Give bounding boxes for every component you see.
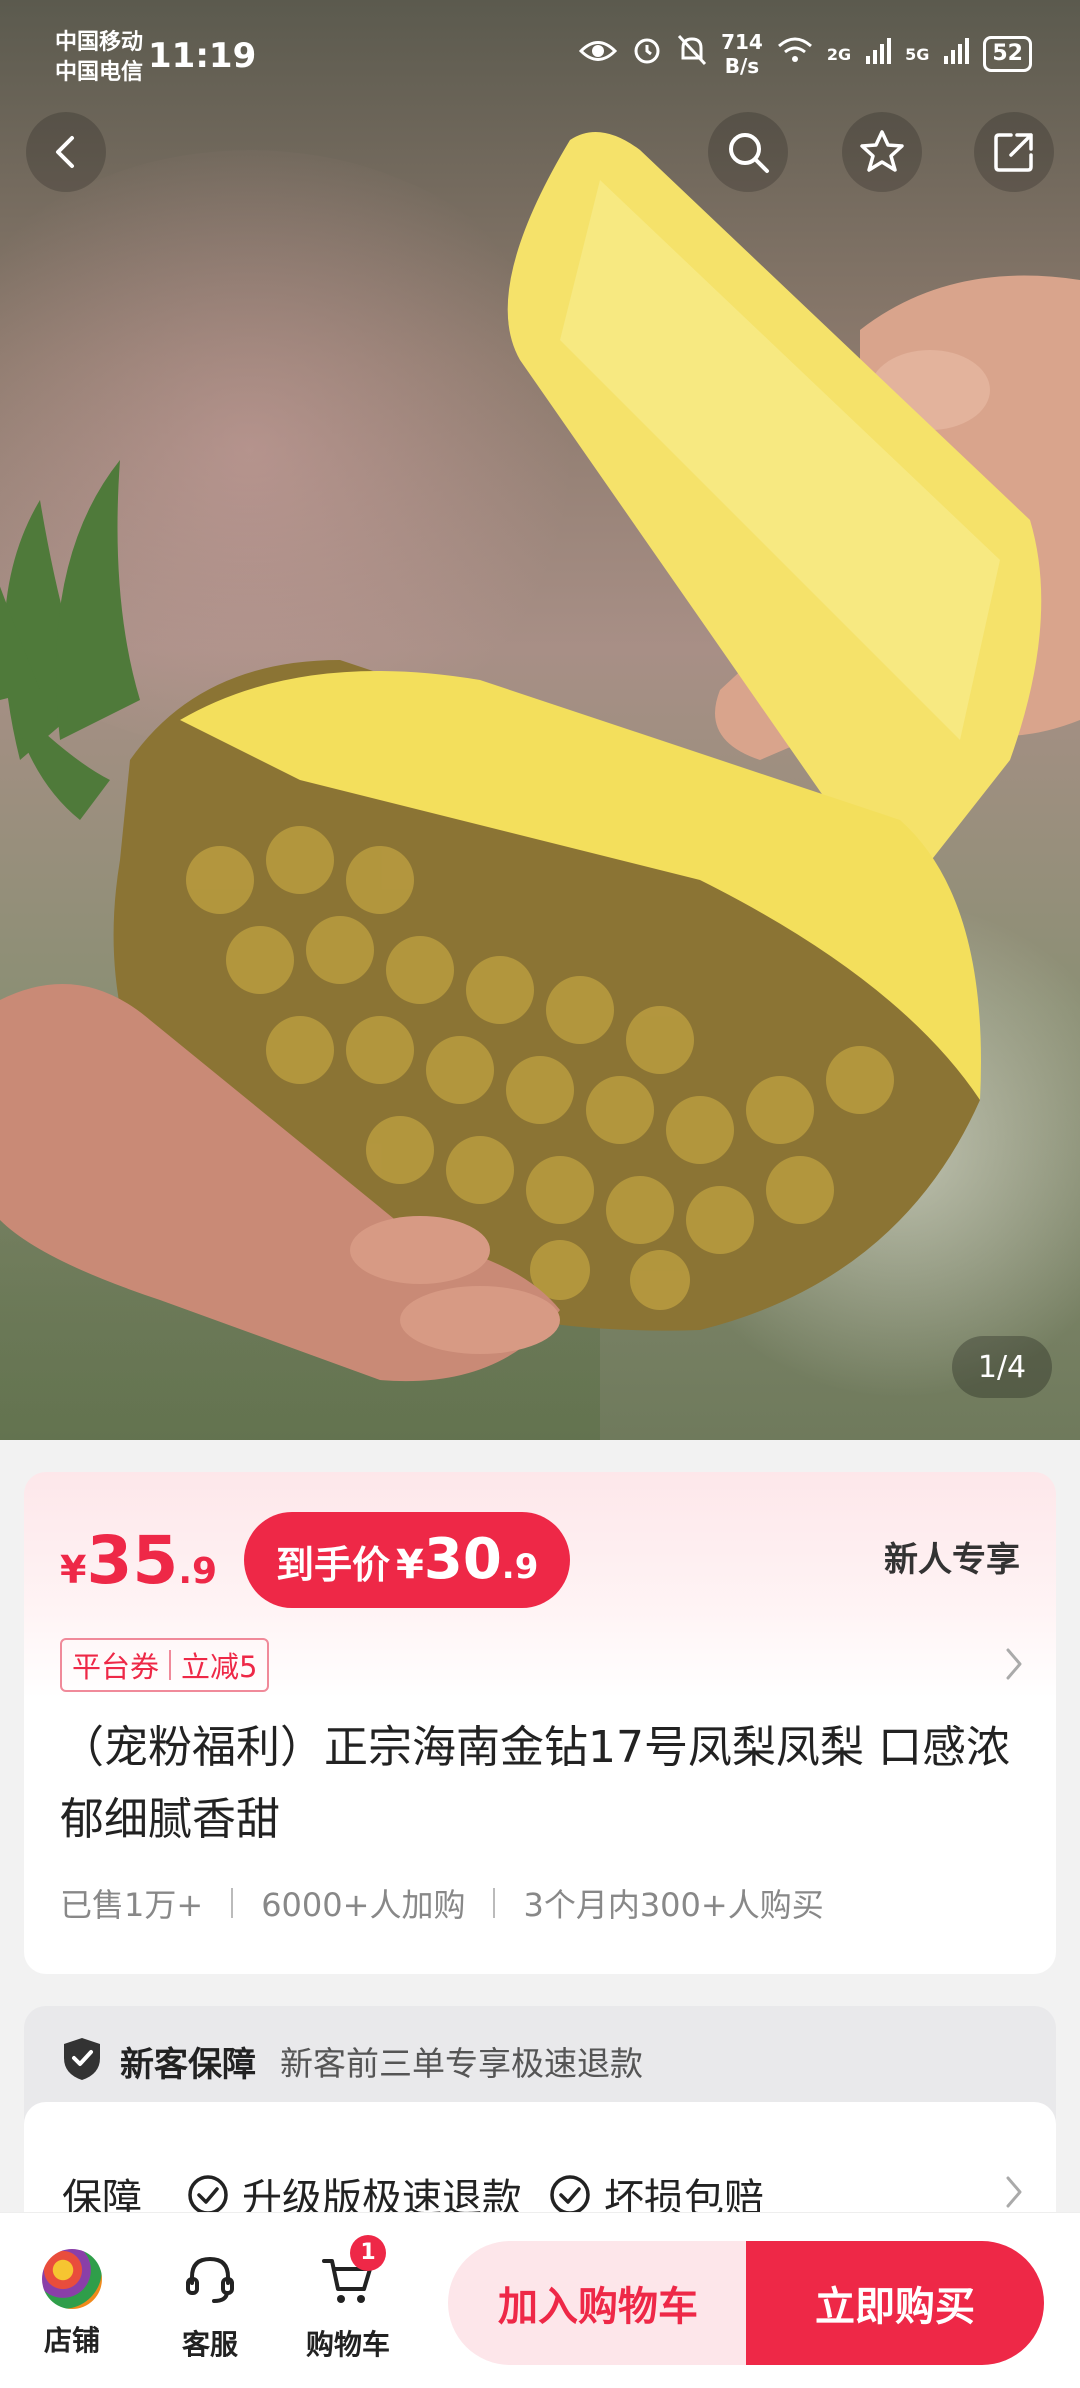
signal-bars-icon xyxy=(865,37,892,72)
carrier-2: 中国电信 xyxy=(55,60,144,85)
pineapple-illustration xyxy=(0,132,1080,1382)
stats-divider xyxy=(231,1888,234,1918)
net-speed-value: 714 xyxy=(721,30,763,54)
recent-buyers-count: 3个月内300+人购买 xyxy=(523,1886,824,1924)
service-label: 客服 xyxy=(181,2328,238,2361)
signal-2g: 2G xyxy=(826,44,852,64)
price-decimal: .9 xyxy=(178,1551,218,1592)
product-title: （宠粉福利）正宗海南金钻17号凤梨凤梨 口感浓郁细腻香甜 xyxy=(60,1722,1010,1845)
share-icon xyxy=(994,133,1033,172)
cart-button[interactable]: 1 购物车 xyxy=(298,2235,398,2363)
shield-icon xyxy=(62,2036,102,2086)
chevron-right-icon[interactable] xyxy=(1002,1644,1026,1688)
favorite-button[interactable] xyxy=(842,112,922,192)
net-speed-unit: B/s xyxy=(724,54,760,78)
coupon-type: 平台券 xyxy=(72,1650,160,1684)
signal-bars-icon xyxy=(943,37,970,72)
new-user-tag: 新人专享 xyxy=(884,1540,1020,1580)
stats-divider xyxy=(493,1888,496,1918)
back-button[interactable] xyxy=(26,112,106,192)
guarantee-description: 新客前三单专享极速退款 xyxy=(280,2044,643,2083)
service-headset-icon xyxy=(186,2256,234,2303)
original-price: ¥35.9 xyxy=(60,1522,217,1599)
wifi-icon xyxy=(777,36,813,72)
share-button[interactable] xyxy=(974,112,1054,192)
network-speed: 714 B/s xyxy=(721,30,763,78)
back-icon xyxy=(56,136,74,168)
sold-count: 已售1万+ xyxy=(60,1886,204,1924)
check-circle-icon xyxy=(550,2175,590,2215)
mute-icon xyxy=(677,34,707,74)
eye-icon xyxy=(578,37,618,72)
coupon-divider xyxy=(169,1650,172,1680)
coupon-discount: 立减5 xyxy=(181,1650,258,1684)
final-price-integer: 30 xyxy=(423,1527,502,1592)
shop-avatar xyxy=(42,2249,102,2309)
price-integer: 35 xyxy=(86,1522,179,1599)
image-page-indicator: 1/4 xyxy=(952,1336,1052,1398)
clock: 11:19 xyxy=(148,36,257,76)
battery-indicator: 52 xyxy=(983,36,1032,72)
sales-stats: 已售1万+ 6000+人加购 3个月内300+人购买 xyxy=(60,1880,824,1926)
cart-label: 购物车 xyxy=(305,2328,390,2361)
product-info-card: ¥35.9 到手价 ¥30.9 新人专享 平台券 立减5 （宠粉福利）正宗海南金钻… xyxy=(24,1472,1056,1974)
guarantee-name: 新客保障 xyxy=(120,2044,256,2085)
new-customer-guarantee: 新客保障 新客前三单专享极速退款 xyxy=(62,2036,643,2086)
final-price-badge: 到手价 ¥30.9 xyxy=(244,1512,571,1608)
shop-button[interactable]: 店铺 xyxy=(22,2249,122,2359)
customer-service-button[interactable]: 客服 xyxy=(160,2249,260,2363)
carrier-1: 中国移动 xyxy=(55,30,144,55)
search-icon xyxy=(729,133,769,173)
coupon-tag[interactable]: 平台券 立减5 xyxy=(60,1638,270,1692)
cart-count-badge: 1 xyxy=(350,2235,386,2271)
star-icon xyxy=(860,130,904,172)
status-icons: 714 B/s 2G 5G 52 xyxy=(578,30,1032,78)
status-bar: 中国移动 中国电信 11:19 714 B/s 2G 5G 52 xyxy=(0,0,1080,110)
chevron-right-icon[interactable] xyxy=(1002,2172,1026,2216)
final-price-label: 到手价 xyxy=(276,1543,391,1587)
product-image[interactable] xyxy=(0,0,1080,1440)
search-button[interactable] xyxy=(708,112,788,192)
signal-5g: 5G xyxy=(905,44,930,64)
buy-now-button[interactable]: 立即购买 xyxy=(746,2241,1044,2365)
alarm-icon xyxy=(631,34,663,74)
check-circle-icon xyxy=(188,2175,228,2215)
final-price-decimal: .9 xyxy=(501,1547,539,1587)
carrier-info: 中国移动 中国电信 xyxy=(55,28,143,88)
bottom-action-bar: 店铺 客服 1 购物车 加入购物车 立即购买 xyxy=(0,2212,1080,2388)
price-currency: ¥ xyxy=(60,1548,87,1592)
add-to-cart-button[interactable]: 加入购物车 xyxy=(448,2241,748,2365)
added-to-cart-count: 6000+人加购 xyxy=(261,1886,466,1924)
final-price-currency: ¥ xyxy=(396,1542,424,1588)
shop-label: 店铺 xyxy=(43,2324,100,2357)
